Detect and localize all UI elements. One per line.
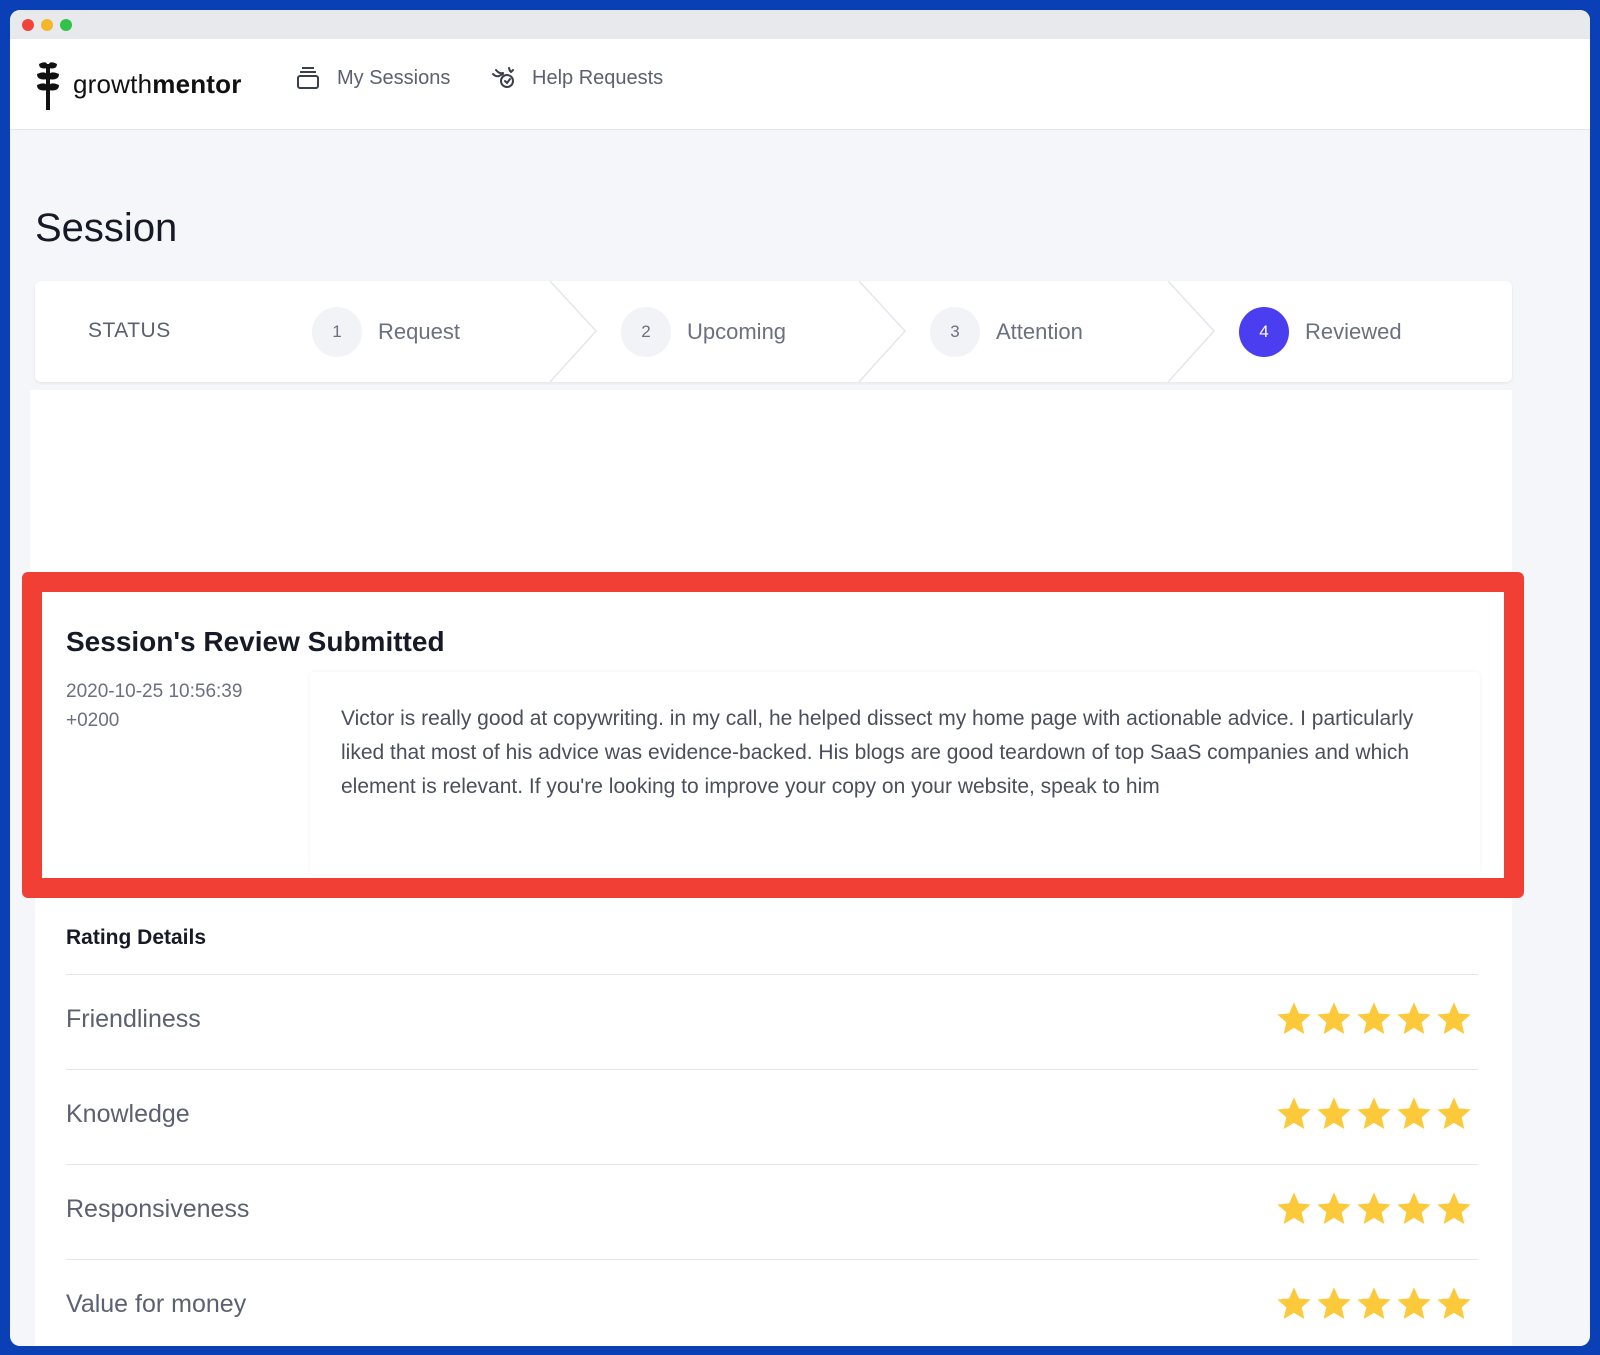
step-number: 3 (930, 307, 980, 357)
status-label: STATUS (88, 319, 171, 342)
helping-hand-icon (492, 67, 514, 88)
step-reviewed[interactable]: 4 Reviewed (1239, 307, 1402, 357)
rating-details-title: Rating Details (66, 926, 207, 949)
star-icon (1397, 1192, 1431, 1224)
page-title: Session (35, 206, 178, 250)
step-separator-icon (858, 281, 907, 382)
star-rating (1274, 999, 1474, 1039)
status-stepper: STATUS 1 Request 2 Upcoming 3 Attention … (35, 281, 1512, 382)
rating-label: Friendliness (66, 1005, 201, 1033)
star-icon (1277, 1192, 1311, 1224)
step-attention[interactable]: 3 Attention (930, 307, 1083, 357)
star-icon (1317, 1002, 1351, 1034)
star-icon (1357, 1192, 1391, 1224)
rating-row-knowledge: Knowledge (66, 1069, 1478, 1164)
step-separator-icon (549, 281, 598, 382)
star-rating (1274, 1189, 1474, 1229)
minimize-window-button[interactable] (41, 18, 53, 31)
step-label: Upcoming (687, 319, 787, 344)
star-icon (1317, 1097, 1351, 1129)
star-icon (1437, 1287, 1471, 1319)
session-details-card (30, 390, 1512, 590)
step-request[interactable]: 1 Request (312, 307, 460, 357)
step-separator-icon (1167, 281, 1216, 382)
step-upcoming[interactable]: 2 Upcoming (621, 307, 786, 357)
star-icon (1357, 1287, 1391, 1319)
nav-help-requests[interactable]: Help Requests (490, 65, 663, 91)
step-number: 2 (621, 307, 671, 357)
nav-help-requests-label: Help Requests (532, 66, 664, 89)
star-icon (1437, 1192, 1471, 1224)
star-icon (1317, 1192, 1351, 1224)
rating-row-friendliness: Friendliness (66, 974, 1478, 1069)
star-icon (1437, 1097, 1471, 1129)
star-icon (1277, 1002, 1311, 1034)
step-label: Request (378, 319, 460, 344)
star-icon (1277, 1287, 1311, 1319)
step-number: 1 (312, 307, 362, 357)
star-icon (1437, 1002, 1471, 1034)
close-window-button[interactable] (22, 18, 34, 31)
rating-label: Value for money (66, 1290, 247, 1318)
star-icon (1357, 1097, 1391, 1129)
step-label: Reviewed (1305, 319, 1402, 344)
star-rating (1274, 1094, 1474, 1134)
review-text: Victor is really good at copywriting. in… (341, 707, 1414, 798)
review-title: Session's Review Submitted (66, 626, 445, 657)
star-rating (1274, 1284, 1474, 1324)
star-icon (1357, 1002, 1391, 1034)
nav-my-sessions[interactable]: My Sessions (295, 65, 450, 91)
step-number: 4 (1239, 307, 1289, 357)
nav-my-sessions-label: My Sessions (337, 66, 451, 89)
star-icon (1397, 1287, 1431, 1319)
wheat-logo-icon (37, 62, 59, 110)
star-icon (1277, 1097, 1311, 1129)
star-icon (1397, 1097, 1431, 1129)
rating-row-value-for-money: Value for money (66, 1259, 1478, 1346)
brand-name: growthmentor (73, 68, 242, 99)
maximize-window-button[interactable] (60, 18, 72, 31)
brand-logo[interactable]: growthmentor (35, 58, 242, 110)
rating-label: Knowledge (66, 1100, 190, 1128)
step-label: Attention (996, 319, 1083, 344)
rating-label: Responsiveness (66, 1195, 250, 1223)
star-icon (1317, 1287, 1351, 1319)
title-bar (10, 10, 1590, 39)
star-icon (1397, 1002, 1431, 1034)
review-timestamp: 2020-10-25 10:56:39 +0200 (66, 681, 243, 731)
stack-icon (297, 67, 319, 89)
rating-row-responsiveness: Responsiveness (66, 1164, 1478, 1259)
top-navbar: growthmentor My Sessions Help Requests (10, 39, 1590, 130)
browser-window: growthmentor My Sessions Help Requests S… (10, 10, 1590, 1346)
